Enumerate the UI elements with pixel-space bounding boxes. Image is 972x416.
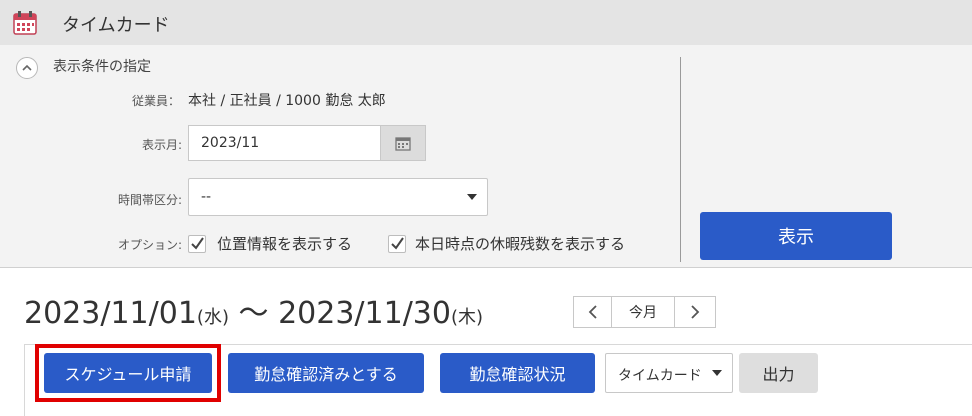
month-input[interactable] xyxy=(189,126,393,160)
range-start: 2023/11/01 xyxy=(24,296,197,331)
calendar-picker-icon xyxy=(395,136,411,151)
format-value: タイムカード xyxy=(618,368,702,384)
time-zone-value: -- xyxy=(201,189,212,205)
month-label: 表示月: xyxy=(141,138,182,152)
prev-month-button[interactable] xyxy=(574,297,613,327)
location-option-label[interactable]: 位置情報を表示する xyxy=(217,233,352,254)
month-picker-button[interactable] xyxy=(380,126,425,160)
chevron-right-icon xyxy=(691,305,700,319)
time-zone-label: 時間帯区分: xyxy=(117,193,182,207)
month-navigation: 今月 xyxy=(573,296,716,328)
divider xyxy=(680,57,681,262)
range-end: 2023/11/30 xyxy=(278,296,451,331)
chevron-left-icon xyxy=(588,305,597,319)
condition-title: 表示条件の指定 xyxy=(53,59,151,75)
month-field xyxy=(188,125,426,161)
option-label: オプション: xyxy=(117,238,182,252)
output-button[interactable]: 出力 xyxy=(739,353,818,393)
chevron-up-icon xyxy=(22,64,32,71)
calendar-icon xyxy=(13,11,37,35)
location-checkbox[interactable] xyxy=(188,235,206,253)
next-month-button[interactable] xyxy=(675,297,715,327)
confirm-status-button[interactable]: 勤怠確認状況 xyxy=(440,353,595,393)
leave-balance-checkbox[interactable] xyxy=(388,235,406,253)
range-start-day: (水) xyxy=(196,307,229,328)
range-end-day: (木) xyxy=(450,307,484,328)
time-zone-select[interactable]: -- xyxy=(188,178,488,216)
employee-value: 本社 / 正社員 / 1000 勤怠 太郎 xyxy=(188,93,386,109)
highlight-box xyxy=(35,344,221,402)
leave-balance-option-label[interactable]: 本日時点の休暇残数を表示する xyxy=(415,233,625,254)
date-range: 2023/11/01(水) 〜 2023/11/30(木) xyxy=(24,288,483,332)
format-select[interactable]: タイムカード xyxy=(605,353,733,393)
check-icon xyxy=(191,237,204,250)
app-title: タイムカード xyxy=(62,15,170,36)
collapse-toggle[interactable] xyxy=(16,57,38,79)
caret-down-icon xyxy=(712,370,722,376)
check-icon xyxy=(391,237,404,250)
current-month-button[interactable]: 今月 xyxy=(612,297,675,327)
range-separator: 〜 xyxy=(238,296,269,331)
employee-label: 従業員： xyxy=(131,94,180,108)
title-bar: タイムカード xyxy=(0,0,972,45)
confirm-attendance-button[interactable]: 勤怠確認済みとする xyxy=(228,353,424,393)
show-button[interactable]: 表示 xyxy=(700,212,892,260)
caret-down-icon xyxy=(467,194,477,200)
